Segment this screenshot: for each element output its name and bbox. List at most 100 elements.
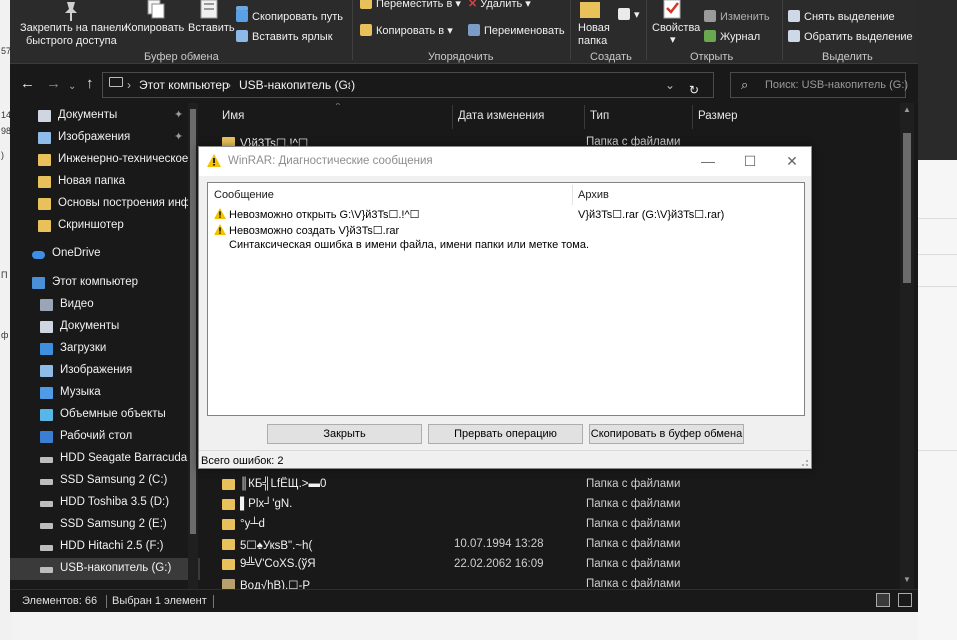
close-window-button[interactable]: ✕	[777, 152, 807, 170]
abort-operation-button[interactable]: Прервать операцию	[428, 424, 583, 444]
back-button[interactable]: ←	[20, 76, 35, 91]
scrollbar-thumb[interactable]	[903, 133, 911, 283]
sidebar-item[interactable]: Скриншотер	[10, 215, 200, 237]
organize-group-label: Упорядочить	[428, 51, 494, 63]
sidebar-item[interactable]: Новая папка	[10, 171, 200, 193]
paste-label: Вставить	[188, 22, 235, 34]
paste-shortcut-button[interactable]: Вставить ярлык	[236, 30, 333, 43]
sidebar-item-label: Музыка	[60, 386, 101, 398]
properties-dropdown[interactable]: ▾	[670, 33, 676, 46]
invert-selection-button[interactable]: Обратить выделение	[788, 30, 913, 43]
sidebar-item[interactable]: Документы ✦	[10, 105, 200, 127]
new-item-button[interactable]: ▾	[618, 8, 640, 21]
message-text: Невозможно создать V}й3Ts☐.rar	[229, 225, 400, 237]
move-to-button[interactable]: Переместить в ▾	[360, 0, 461, 10]
address-dropdown-button[interactable]: ⌄	[665, 78, 675, 92]
column-header-type[interactable]: Тип	[590, 110, 609, 122]
sidebar-item[interactable]: Документы	[10, 316, 200, 338]
resize-grip-icon[interactable]	[799, 457, 809, 467]
paste-shortcut-label: Вставить ярлык	[252, 31, 333, 43]
recent-locations-button[interactable]: ⌄	[68, 79, 76, 94]
sidebar-item[interactable]: HDD Hitachi 2.5 (F:)	[10, 536, 200, 558]
column-divider[interactable]	[584, 105, 585, 129]
column-header-size[interactable]: Размер	[698, 110, 738, 122]
maximize-button[interactable]: ☐	[735, 152, 765, 170]
desktop-icon	[40, 431, 53, 443]
sidebar-item[interactable]: Объемные объекты	[10, 404, 200, 426]
forward-button[interactable]: →	[46, 76, 61, 91]
sidebar-item[interactable]: USB-накопитель (G:)	[10, 558, 200, 580]
messages-list[interactable]: Сообщение Архив Невозможно открыть G:\V}…	[207, 182, 805, 416]
breadcrumb-this-pc[interactable]: Этот компьютер	[139, 78, 229, 92]
error-count: Всего ошибок: 2	[201, 455, 284, 467]
navigation-scrollbar[interactable]	[188, 103, 198, 589]
column-header-date[interactable]: Дата изменения	[458, 110, 544, 122]
invert-selection-icon	[788, 30, 800, 42]
folder-icon	[222, 499, 235, 510]
edit-button[interactable]: Изменить	[704, 10, 770, 23]
copy-path-button[interactable]: Скопировать путь	[236, 10, 343, 23]
sidebar-item[interactable]: Изображения ✦	[10, 127, 200, 149]
large-icons-view-icon[interactable]	[898, 593, 912, 607]
address-bar[interactable]: › Этот компьютер › USB-накопитель (G:) ›…	[102, 72, 714, 98]
video-icon	[40, 299, 53, 311]
copy-to-clipboard-button[interactable]: Скопировать в буфер обмена	[589, 424, 744, 444]
file-row[interactable]: 5☐♠УкsB".~h(10.07.1994 13:28 Папка с файл…	[220, 535, 760, 555]
move-to-label: Переместить в	[376, 0, 453, 10]
file-row[interactable]: ║КБ╣LfЁЩ.>▬0 Папка с файлами	[220, 475, 760, 495]
history-label: Журнал	[720, 31, 761, 43]
documents-icon	[38, 110, 51, 122]
sidebar-item[interactable]: Загрузки	[10, 338, 200, 360]
scroll-up-icon[interactable]: ▲	[902, 105, 912, 114]
file-row[interactable]: °y┴d Папка с файлами	[220, 515, 760, 535]
sidebar-item[interactable]: HDD Toshiba 3.5 (D:)	[10, 492, 200, 514]
winrar-diagnostic-dialog: WinRAR: Диагностические сообщения — ☐ ✕ …	[198, 146, 812, 469]
file-list-scrollbar[interactable]: ▲ ▼	[900, 103, 914, 589]
sidebar-item[interactable]: Музыка	[10, 382, 200, 404]
rename-button[interactable]: Переименовать	[468, 24, 565, 37]
sidebar-item[interactable]: Этот компьютер	[10, 272, 200, 294]
select-none-icon	[788, 10, 800, 22]
scroll-down-icon[interactable]: ▼	[902, 575, 912, 584]
close-button[interactable]: Закрыть	[267, 424, 422, 444]
details-view-icon[interactable]	[876, 593, 890, 607]
onedrive-icon	[32, 251, 45, 259]
dialog-status-bar: Всего ошибок: 2	[199, 450, 811, 469]
column-header-archive[interactable]: Архив	[578, 189, 609, 201]
column-divider[interactable]	[692, 105, 693, 129]
usb-drive-icon	[40, 567, 53, 573]
sidebar-item[interactable]: Видео	[10, 294, 200, 316]
column-header-name[interactable]: Имя	[222, 110, 244, 122]
breadcrumb-usb-drive[interactable]: USB-накопитель (G:)	[239, 78, 355, 92]
file-row[interactable]: 9╩V'CoXS.(ўЯ 22.02.2062 16:09 Папка с файл…	[220, 555, 760, 575]
sidebar-item[interactable]: SSD Samsung 2 (E:)	[10, 514, 200, 536]
column-divider[interactable]	[572, 185, 573, 205]
pin-icon[interactable]: ✦	[174, 108, 183, 121]
sidebar-item[interactable]: OneDrive	[10, 243, 200, 265]
sidebar-item[interactable]: Основы построения инфо	[10, 193, 200, 215]
address-bar-row: ← → ⌄ ↑ › Этот компьютер › USB-накопител…	[10, 67, 918, 103]
up-button[interactable]: ↑	[86, 76, 94, 91]
pin-icon[interactable]: ✦	[174, 130, 183, 143]
column-header-message[interactable]: Сообщение	[214, 189, 274, 201]
copy-to-button[interactable]: Копировать в ▾	[360, 24, 453, 37]
delete-button[interactable]: ✕ Удалить ▾	[468, 0, 531, 10]
select-none-button[interactable]: Снять выделение	[788, 10, 895, 23]
scrollbar-thumb[interactable]	[190, 109, 196, 534]
navigation-pane: Документы ✦ Изображения ✦ Инженерно-техничес…	[10, 103, 206, 589]
history-button[interactable]: Журнал	[704, 30, 760, 43]
drive-icon	[40, 457, 53, 463]
sidebar-item[interactable]: HDD Seagate Barracuda 3.5	[10, 448, 206, 470]
sidebar-item[interactable]: Рабочий стол	[10, 426, 200, 448]
sidebar-item[interactable]: Изображения	[10, 360, 200, 382]
minimize-button[interactable]: —	[693, 152, 723, 170]
sidebar-item[interactable]: Инженерно-техническое	[10, 149, 200, 171]
sidebar-item-label: Основы построения инфо	[58, 197, 197, 209]
file-type: Папка с файлами	[586, 578, 681, 589]
file-row[interactable]: Boд√hB).☐-P Папка с файлами	[220, 575, 760, 589]
status-separator	[106, 595, 107, 608]
search-box[interactable]: ⌕ Поиск: USB-накопитель (G:)	[730, 72, 908, 98]
file-row[interactable]: ▌Plx┘'gN. Папка с файлами	[220, 495, 760, 515]
column-divider[interactable]	[452, 105, 453, 129]
sidebar-item[interactable]: SSD Samsung 2 (C:)	[10, 470, 200, 492]
